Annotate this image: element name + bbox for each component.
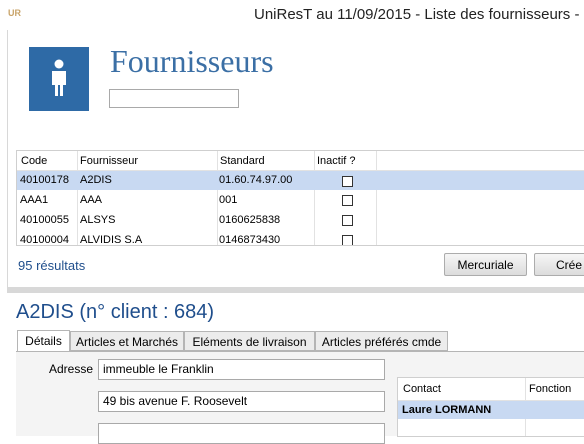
page-title: Fournisseurs xyxy=(110,43,274,79)
table-header: Code Fournisseur Standard Inactif ? xyxy=(17,151,584,171)
tab-articles-marches[interactable]: Articles et Marchés xyxy=(70,331,184,351)
cell-code: 40100055 xyxy=(20,214,69,226)
results-count: 95 résultats xyxy=(18,258,86,273)
suppliers-table: Code Fournisseur Standard Inactif ? 4010… xyxy=(16,150,584,246)
title-bar: UR UniResT au 11/09/2015 - Liste des fou… xyxy=(0,0,584,30)
app-logo-icon: UR xyxy=(8,8,21,18)
window-title: UniResT au 11/09/2015 - Liste des fourni… xyxy=(254,6,584,23)
search-input[interactable] xyxy=(109,89,239,108)
table-row[interactable]: 40100055 ALSYS 0160625838 xyxy=(17,211,584,230)
cell-standard: 0160625838 xyxy=(219,214,281,226)
cell-standard: 001 xyxy=(219,194,238,206)
address-line3-field[interactable] xyxy=(98,423,385,444)
contacts-table: Contact Fonction Laure LORMANN xyxy=(397,377,584,437)
supplier-person-icon xyxy=(29,47,89,111)
column-header-code[interactable]: Code xyxy=(21,151,47,171)
cell-contact: Laure LORMANN xyxy=(402,404,492,416)
cell-supplier: AAA xyxy=(80,194,103,206)
column-header-standard[interactable]: Standard xyxy=(220,151,265,171)
header-area xyxy=(7,30,584,148)
column-header-inactive[interactable]: Inactif ? xyxy=(317,151,356,171)
column-header-fonction[interactable]: Fonction xyxy=(529,379,571,399)
tab-elements-livraison[interactable]: Eléments de livraison xyxy=(184,331,315,351)
column-header-contact[interactable]: Contact xyxy=(403,379,441,399)
cell-code: 40100004 xyxy=(20,234,69,246)
inactive-checkbox[interactable] xyxy=(342,176,353,187)
address-line1-field[interactable]: immeuble le Franklin xyxy=(98,359,385,380)
cell-supplier: A2DIS xyxy=(80,174,112,186)
create-button[interactable]: Crée xyxy=(534,253,584,276)
cell-code: AAA1 xyxy=(20,194,49,206)
inactive-checkbox[interactable] xyxy=(342,235,353,245)
table-row[interactable]: AAA1 AAA 001 xyxy=(17,191,584,210)
cell-code: 40100178 xyxy=(20,174,69,186)
inactive-checkbox[interactable] xyxy=(342,195,353,206)
cell-standard: 0146873430 xyxy=(219,234,281,246)
tab-articles-preferes[interactable]: Articles préférés cmde xyxy=(315,331,448,351)
cell-supplier: ALSYS xyxy=(80,214,116,226)
table-row[interactable]: 40100004 ALVIDIS S.A 0146873430 xyxy=(17,231,584,246)
inactive-checkbox[interactable] xyxy=(342,215,353,226)
table-row[interactable]: Laure LORMANN xyxy=(398,401,584,419)
tab-details[interactable]: Détails xyxy=(17,330,70,352)
table-row[interactable]: 40100178 A2DIS 01.60.74.97.00 xyxy=(17,171,584,190)
address-label: Adresse xyxy=(49,362,94,376)
column-header-supplier[interactable]: Fournisseur xyxy=(80,151,138,171)
cell-supplier: ALVIDIS S.A xyxy=(80,234,143,246)
contacts-header: Contact Fonction xyxy=(398,378,584,401)
address-line2-field[interactable]: 49 bis avenue F. Roosevelt xyxy=(98,391,385,412)
record-title: A2DIS (n° client : 684) xyxy=(16,301,215,323)
mercuriale-button[interactable]: Mercuriale xyxy=(444,253,527,276)
cell-standard: 01.60.74.97.00 xyxy=(219,174,293,186)
